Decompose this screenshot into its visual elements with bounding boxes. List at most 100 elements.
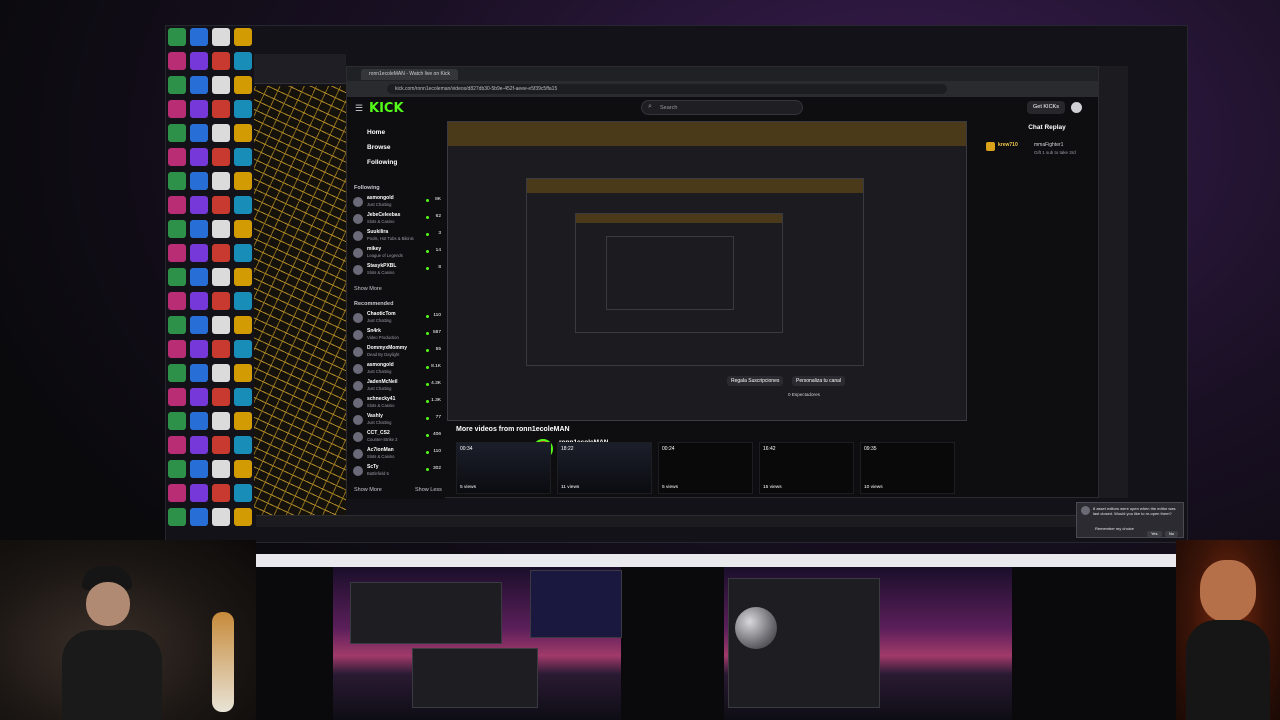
desktop-shortcut-icon[interactable] — [212, 460, 230, 478]
sidebar-channel[interactable]: ScTy Battlefield 6 302 — [353, 464, 443, 480]
desktop-shortcut-icon[interactable] — [234, 220, 252, 238]
desktop-shortcut-icon[interactable] — [234, 412, 252, 430]
get-kicks-button[interactable]: Get KICKs — [1027, 101, 1065, 114]
desktop-shortcut-icon[interactable] — [168, 196, 186, 214]
video-thumbnail[interactable]: 09:35 10 views — [860, 442, 955, 494]
desktop-shortcut-icon[interactable] — [212, 220, 230, 238]
mini-window-concert[interactable] — [530, 570, 622, 638]
unreal-wireframe-viewport[interactable] — [254, 86, 346, 516]
sidebar-channel[interactable]: JadenMcNeil Just Chatting 4.3K — [353, 379, 443, 395]
video-thumbnail[interactable]: 00:34 5 views — [456, 442, 551, 494]
desktop-shortcut-icon[interactable] — [212, 484, 230, 502]
browser-tab[interactable]: ronn1ecoleMAN - Watch live on Kick — [361, 68, 458, 80]
desktop-shortcut-icon[interactable] — [168, 268, 186, 286]
desktop-shortcut-icon[interactable] — [190, 148, 208, 166]
desktop-shortcut-icon[interactable] — [234, 172, 252, 190]
desktop-shortcut-icon[interactable] — [234, 484, 252, 502]
desktop-shortcut-icon[interactable] — [168, 436, 186, 454]
sidebar-channel[interactable]: DommyxMommy Dead By Daylight 55 — [353, 345, 443, 361]
mini-window-material-editor[interactable] — [728, 578, 880, 708]
desktop-shortcut-icon[interactable] — [168, 364, 186, 382]
desktop-shortcut-icon[interactable] — [190, 28, 208, 46]
desktop-shortcut-icon[interactable] — [168, 388, 186, 406]
desktop-shortcut-icon[interactable] — [168, 220, 186, 238]
yes-button[interactable]: Yes — [1147, 531, 1162, 537]
nav-browse[interactable]: Browse — [367, 144, 390, 151]
video-player[interactable] — [447, 121, 967, 421]
desktop-shortcut-icon[interactable] — [234, 292, 252, 310]
video-thumbnail[interactable]: 16:42 15 views — [759, 442, 854, 494]
desktop-shortcut-icon[interactable] — [190, 340, 208, 358]
desktop-shortcut-icon[interactable] — [234, 436, 252, 454]
desktop-shortcut-icon[interactable] — [212, 412, 230, 430]
desktop-shortcut-icon[interactable] — [190, 484, 208, 502]
desktop-shortcut-icon[interactable] — [234, 52, 252, 70]
video-thumbnail[interactable]: 18:22 11 views — [557, 442, 652, 494]
desktop-shortcut-icon[interactable] — [212, 148, 230, 166]
desktop-shortcut-icon[interactable] — [234, 316, 252, 334]
menu-icon[interactable]: ☰ — [355, 103, 363, 114]
sidebar-channel[interactable]: asmongold Just Chatting 8.1K — [353, 362, 443, 378]
desktop-shortcut-icon[interactable] — [234, 244, 252, 262]
sidebar-channel[interactable]: schnecky41 Slots & Casino 1.3K — [353, 396, 443, 412]
desktop-shortcut-icon[interactable] — [190, 412, 208, 430]
desktop-shortcut-icon[interactable] — [234, 76, 252, 94]
show-less[interactable]: Show Less — [415, 487, 442, 493]
sidebar-channel[interactable]: ChaoticTom Just Chatting 110 — [353, 311, 443, 327]
desktop-shortcut-icon[interactable] — [234, 460, 252, 478]
desktop-shortcut-icon[interactable] — [190, 388, 208, 406]
desktop-shortcut-icon[interactable] — [212, 196, 230, 214]
desktop-shortcut-icon[interactable] — [168, 412, 186, 430]
sidebar-channel[interactable]: StasykPXBL Slots & Casino 8 — [353, 263, 443, 279]
sidebar-channel[interactable]: mikey League of Legends 14 — [353, 246, 443, 262]
search-input[interactable]: ⌕ Search — [641, 100, 803, 115]
desktop-shortcut-icon[interactable] — [212, 28, 230, 46]
desktop-shortcut-icon[interactable] — [212, 124, 230, 142]
desktop-shortcut-icon[interactable] — [168, 124, 186, 142]
desktop-shortcut-icon[interactable] — [234, 28, 252, 46]
nav-home[interactable]: Home — [367, 129, 385, 136]
desktop-shortcut-icon[interactable] — [212, 388, 230, 406]
desktop-shortcut-icon[interactable] — [212, 76, 230, 94]
desktop-shortcut-icon[interactable] — [190, 268, 208, 286]
sidebar-channel[interactable]: Sn4rk Video Production 587 — [353, 328, 443, 344]
desktop-shortcut-icon[interactable] — [212, 436, 230, 454]
desktop-shortcut-icon[interactable] — [168, 460, 186, 478]
desktop-shortcut-icon[interactable] — [190, 508, 208, 526]
desktop-shortcut-icon[interactable] — [168, 172, 186, 190]
sidebar-channel[interactable]: asmongold Just Chatting 8K — [353, 195, 443, 211]
chat-username[interactable]: krew710 — [998, 142, 1018, 148]
desktop-shortcut-icon[interactable] — [190, 244, 208, 262]
desktop-shortcut-icon[interactable] — [190, 100, 208, 118]
desktop-shortcut-icon[interactable] — [212, 508, 230, 526]
nav-following[interactable]: Following — [367, 159, 397, 166]
desktop-shortcut-icon[interactable] — [168, 484, 186, 502]
desktop-shortcut-icon[interactable] — [168, 316, 186, 334]
remember-choice-checkbox[interactable]: Remember my choice — [1095, 526, 1134, 531]
desktop-shortcut-icon[interactable] — [168, 292, 186, 310]
gift-subs-button[interactable]: Regala Suscripciones — [727, 376, 784, 386]
desktop-shortcut-icon[interactable] — [168, 52, 186, 70]
kick-logo[interactable]: KICK — [369, 101, 404, 116]
desktop-shortcut-icon[interactable] — [190, 52, 208, 70]
desktop-shortcut-icon[interactable] — [168, 244, 186, 262]
desktop-shortcut-icon[interactable] — [212, 244, 230, 262]
video-thumbnail[interactable]: 00:24 5 views — [658, 442, 753, 494]
show-more-recommended[interactable]: Show More — [354, 487, 382, 493]
customize-channel-button[interactable]: Personaliza tu canal — [792, 376, 846, 386]
sidebar-channel[interactable]: Ac7ionMan Slots & Casino 110 — [353, 447, 443, 463]
desktop-shortcut-icon[interactable] — [234, 100, 252, 118]
desktop-shortcut-icon[interactable] — [168, 100, 186, 118]
mini-window-assets[interactable] — [412, 648, 538, 708]
sidebar-channel[interactable]: JebeCeleebas Slots & Casino 62 — [353, 212, 443, 228]
desktop-shortcut-icon[interactable] — [212, 316, 230, 334]
desktop-shortcut-icon[interactable] — [190, 172, 208, 190]
desktop-shortcut-icon[interactable] — [234, 508, 252, 526]
no-button[interactable]: No — [1165, 531, 1179, 537]
desktop-shortcut-icon[interactable] — [212, 172, 230, 190]
desktop-shortcut-icon[interactable] — [212, 292, 230, 310]
desktop-shortcut-icon[interactable] — [234, 196, 252, 214]
desktop-shortcut-icon[interactable] — [190, 196, 208, 214]
mini-window-editor[interactable] — [350, 582, 502, 644]
sidebar-channel[interactable]: Suukilira Pools, Hot Tubs & Bikinis 3 — [353, 229, 443, 245]
